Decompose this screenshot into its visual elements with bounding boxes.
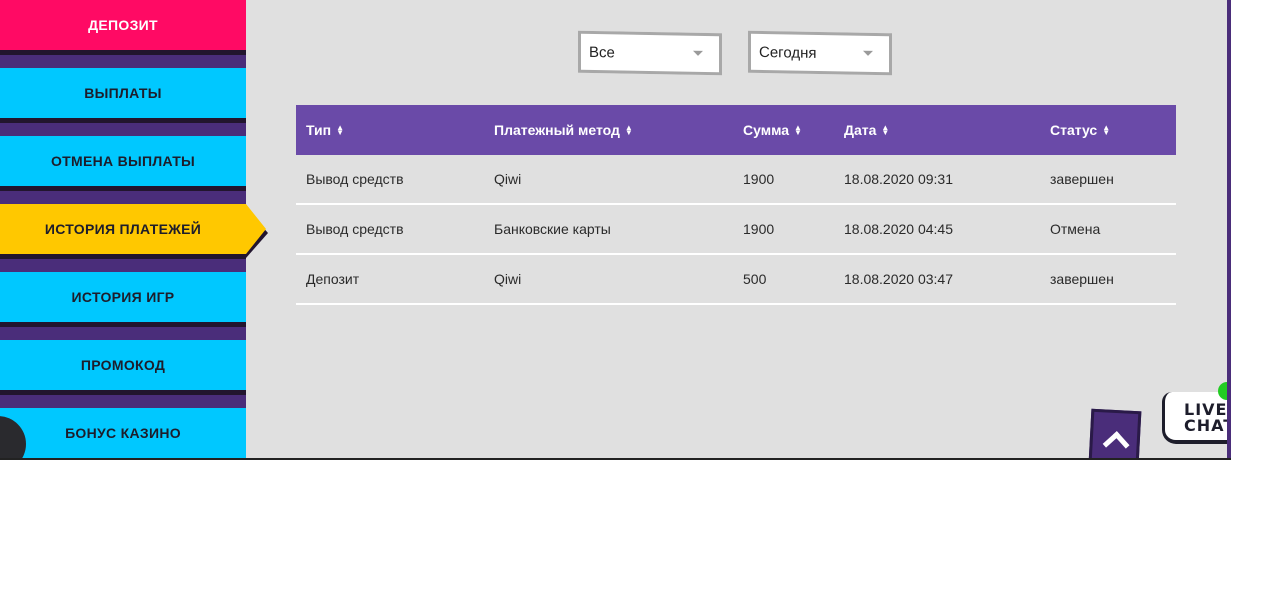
sort-icon: ▲ ▼	[794, 123, 802, 137]
live-chat-line2: CHAT	[1184, 416, 1231, 435]
sidebar-item-label: ПРОМОКОД	[80, 357, 166, 373]
column-header-method[interactable]: Платежный метод ▲ ▼	[494, 105, 633, 155]
type-filter-select[interactable]: Все	[578, 30, 722, 76]
column-header-status[interactable]: Статус ▲ ▼	[1050, 105, 1111, 155]
sidebar-item-label: ДЕПОЗИТ	[88, 17, 158, 33]
cell-date: 18.08.2020 03:47	[844, 271, 953, 287]
table-header: Тип ▲ ▼ Платежный метод ▲ ▼ Сумма ▲ ▼ Дата …	[296, 105, 1176, 155]
cell-status: Отмена	[1050, 221, 1101, 237]
sidebar-item-label: ИСТОРИЯ ПЛАТЕЖЕЙ	[44, 221, 202, 237]
sidebar-item-game-history[interactable]: ИСТОРИЯ ИГР	[0, 272, 246, 322]
cell-date: 18.08.2020 09:31	[844, 171, 953, 187]
live-chat-label: LIVE CHAT	[1184, 402, 1231, 434]
column-header-label: Платежный метод	[494, 122, 620, 138]
sidebar-item-cancel-withdrawal[interactable]: ОТМЕНА ВЫПЛАТЫ	[0, 136, 246, 186]
period-filter-select[interactable]: Сегодня	[748, 30, 892, 76]
column-header-date[interactable]: Дата ▲ ▼	[844, 105, 890, 155]
sidebar-item-label: ВЫПЛАТЫ	[84, 85, 162, 101]
period-filter-value: Сегодня	[759, 43, 817, 62]
cell-amount: 1900	[743, 171, 775, 187]
table-row: Вывод средств Банковские карты 1900 18.0…	[296, 205, 1176, 255]
cell-method: Qiwi	[494, 171, 522, 187]
table-row: Вывод средств Qiwi 1900 18.08.2020 09:31…	[296, 155, 1176, 205]
column-header-label: Дата	[844, 122, 877, 138]
sidebar-item-label: ОТМЕНА ВЫПЛАТЫ	[50, 153, 196, 169]
payment-history-page: ДЕПОЗИТ ВЫПЛАТЫ ОТМЕНА ВЫПЛАТЫ ИСТОРИЯ П…	[0, 0, 1231, 460]
sidebar-item-label: ИСТОРИЯ ИГР	[71, 289, 175, 305]
column-header-label: Сумма	[743, 122, 790, 138]
cell-type: Вывод средств	[306, 221, 404, 237]
chevron-up-icon	[1102, 431, 1130, 458]
column-header-type[interactable]: Тип ▲ ▼	[306, 105, 345, 155]
chevron-down-icon	[693, 50, 703, 56]
cell-date: 18.08.2020 04:45	[844, 221, 953, 237]
column-header-label: Статус	[1050, 122, 1098, 138]
cell-method: Банковские карты	[494, 221, 611, 237]
sort-icon: ▲ ▼	[336, 123, 345, 137]
scroll-top-button[interactable]	[1088, 408, 1142, 458]
sort-icon: ▲ ▼	[881, 123, 890, 137]
sort-icon: ▲ ▼	[624, 123, 633, 137]
sidebar-item-promocode[interactable]: ПРОМОКОД	[0, 340, 246, 390]
live-chat-button[interactable]: LIVE CHAT	[1162, 382, 1231, 448]
content-right-border	[1227, 0, 1231, 458]
type-filter-value: Все	[589, 43, 615, 61]
sidebar-item-label: БОНУС КАЗИНО	[65, 425, 181, 441]
column-header-amount[interactable]: Сумма ▲ ▼	[743, 105, 802, 155]
chevron-down-icon	[863, 50, 873, 56]
cell-amount: 1900	[743, 221, 775, 237]
column-header-label: Тип	[306, 122, 332, 138]
sidebar-item-payment-history[interactable]: ИСТОРИЯ ПЛАТЕЖЕЙ	[0, 204, 246, 254]
payment-history-table: Тип ▲ ▼ Платежный метод ▲ ▼ Сумма ▲ ▼ Дата …	[296, 105, 1176, 305]
cell-amount: 500	[743, 271, 767, 287]
table-row: Депозит Qiwi 500 18.08.2020 03:47 заверш…	[296, 255, 1176, 305]
sidebar: ДЕПОЗИТ ВЫПЛАТЫ ОТМЕНА ВЫПЛАТЫ ИСТОРИЯ П…	[0, 0, 268, 458]
sidebar-item-deposit[interactable]: ДЕПОЗИТ	[0, 0, 246, 50]
cell-status: завершен	[1050, 271, 1114, 287]
cell-method: Qiwi	[494, 271, 522, 287]
sort-icon: ▲ ▼	[1102, 123, 1111, 137]
active-indicator-arrow	[246, 204, 266, 254]
sidebar-item-casino-bonus[interactable]: БОНУС КАЗИНО	[0, 408, 246, 458]
sidebar-item-withdrawals[interactable]: ВЫПЛАТЫ	[0, 68, 246, 118]
cell-status: завершен	[1050, 171, 1114, 187]
cell-type: Депозит	[306, 271, 360, 287]
cell-type: Вывод средств	[306, 171, 404, 187]
